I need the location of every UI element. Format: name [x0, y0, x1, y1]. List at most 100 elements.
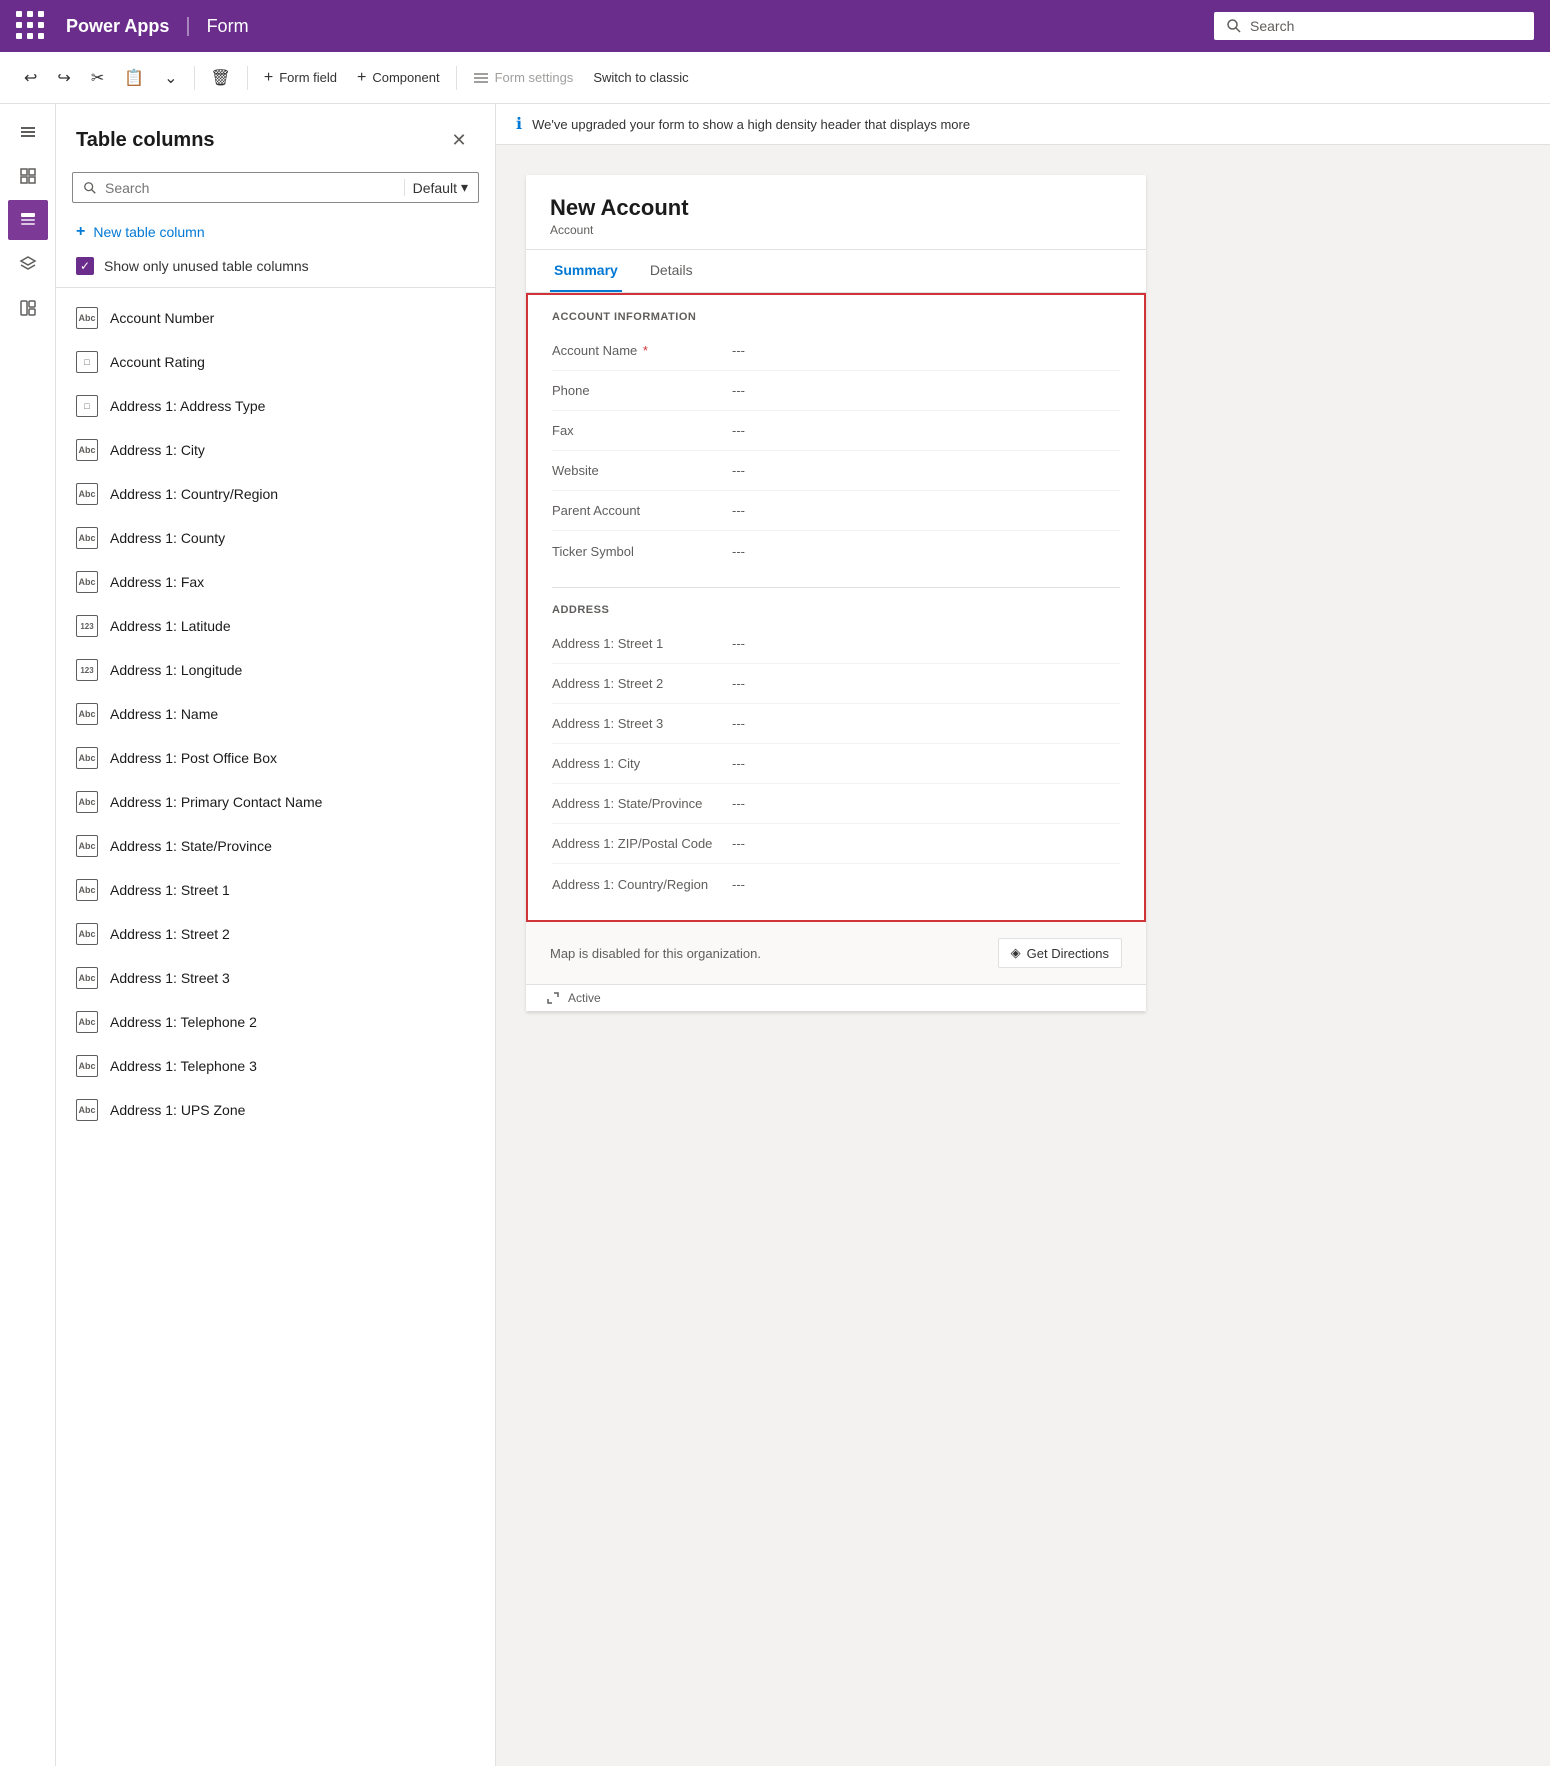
- column-item[interactable]: Abc Account Number: [56, 296, 495, 340]
- sidebar-icon-dashboard[interactable]: [8, 156, 48, 196]
- column-type-icon: Abc: [76, 835, 98, 857]
- delete-button[interactable]: 🗑: [203, 62, 239, 94]
- column-item[interactable]: Abc Address 1: State/Province: [56, 824, 495, 868]
- get-directions-button[interactable]: ◈ Get Directions: [998, 938, 1122, 968]
- tab-details[interactable]: Details: [646, 250, 697, 292]
- panel-search-dropdown[interactable]: Default ▾: [404, 179, 468, 196]
- value-account-name: ---: [732, 343, 745, 358]
- component-button[interactable]: + Component: [349, 63, 448, 93]
- panel-search-box[interactable]: Default ▾: [72, 172, 479, 203]
- column-item[interactable]: □ Account Rating: [56, 340, 495, 384]
- address-section: ADDRESS Address 1: Street 1 --- Address …: [528, 588, 1144, 920]
- column-type-icon: Abc: [76, 791, 98, 813]
- cut-button[interactable]: ✂: [83, 62, 112, 94]
- dropdown-button[interactable]: ⌄: [156, 62, 185, 94]
- table-columns-panel: Table columns ✕ Default ▾ + New table co…: [56, 104, 496, 1766]
- column-name-label: Address 1: Country/Region: [110, 486, 278, 502]
- column-item[interactable]: 123 Address 1: Longitude: [56, 648, 495, 692]
- column-item[interactable]: Abc Address 1: Fax: [56, 560, 495, 604]
- column-type-icon: Abc: [76, 527, 98, 549]
- column-item[interactable]: Abc Address 1: Street 3: [56, 956, 495, 1000]
- tab-summary[interactable]: Summary: [550, 250, 622, 292]
- panel-close-button[interactable]: ✕: [443, 124, 475, 156]
- column-item[interactable]: Abc Address 1: County: [56, 516, 495, 560]
- column-item[interactable]: Abc Address 1: Name: [56, 692, 495, 736]
- redo-button[interactable]: ↪: [49, 62, 78, 94]
- field-website: Website ---: [552, 451, 1120, 491]
- panel-search-input[interactable]: [105, 180, 396, 196]
- panel-search-icon: [83, 181, 97, 195]
- cut-icon: ✂: [91, 68, 104, 88]
- sidebar-icon-components[interactable]: [8, 288, 48, 328]
- account-info-section: ACCOUNT INFORMATION Account Name * --- P…: [528, 295, 1144, 587]
- directions-icon: ◈: [1011, 945, 1021, 961]
- form-field-button[interactable]: + Form field: [256, 63, 345, 93]
- column-item[interactable]: Abc Address 1: Country/Region: [56, 472, 495, 516]
- waffle-icon[interactable]: [16, 11, 46, 41]
- column-item[interactable]: Abc Address 1: Post Office Box: [56, 736, 495, 780]
- form-header: New Account Account: [526, 175, 1146, 250]
- column-type-icon: □: [76, 395, 98, 417]
- label-parent-account: Parent Account: [552, 503, 732, 518]
- label-street3: Address 1: Street 3: [552, 716, 732, 731]
- column-name-label: Address 1: Latitude: [110, 618, 231, 634]
- global-search[interactable]: Search: [1214, 12, 1534, 40]
- sidebar-icon-layers[interactable]: [8, 244, 48, 284]
- column-list: Abc Account Number □ Account Rating □ Ad…: [56, 292, 495, 1766]
- map-disabled-text: Map is disabled for this organization.: [550, 946, 761, 961]
- column-item[interactable]: □ Address 1: Address Type: [56, 384, 495, 428]
- toolbar: ↩ ↪ ✂ 📋 ⌄ 🗑 + Form field + Component For…: [0, 52, 1550, 104]
- show-unused-row[interactable]: ✓ Show only unused table columns: [56, 249, 495, 287]
- value-country: ---: [732, 877, 745, 892]
- components-icon: [19, 299, 37, 317]
- expand-icon: [546, 991, 560, 1005]
- column-item[interactable]: Abc Address 1: Primary Contact Name: [56, 780, 495, 824]
- column-type-icon: Abc: [76, 703, 98, 725]
- address-fields: Address 1: Street 1 --- Address 1: Stree…: [552, 624, 1120, 904]
- column-item[interactable]: 123 Address 1: Latitude: [56, 604, 495, 648]
- column-name-label: Address 1: State/Province: [110, 838, 272, 854]
- column-item[interactable]: Abc Address 1: Street 1: [56, 868, 495, 912]
- value-street3: ---: [732, 716, 745, 731]
- column-item[interactable]: Abc Address 1: Telephone 2: [56, 1000, 495, 1044]
- paste-button[interactable]: 📋: [116, 62, 152, 94]
- top-nav: Power Apps | Form Search: [0, 0, 1550, 52]
- sidebar-icons: [0, 104, 56, 1766]
- label-street2: Address 1: Street 2: [552, 676, 732, 691]
- chevron-down-icon: ⌄: [164, 68, 177, 88]
- column-type-icon: 123: [76, 659, 98, 681]
- field-street1: Address 1: Street 1 ---: [552, 624, 1120, 664]
- form-subtitle: Account: [550, 223, 1122, 237]
- column-name-label: Address 1: City: [110, 442, 205, 458]
- undo-icon: ↩: [24, 68, 37, 88]
- undo-button[interactable]: ↩: [16, 62, 45, 94]
- label-fax: Fax: [552, 423, 732, 438]
- sidebar-icon-fields[interactable]: [8, 200, 48, 240]
- form-status-bar: Active: [526, 984, 1146, 1011]
- column-type-icon: Abc: [76, 307, 98, 329]
- toolbar-sep-1: [194, 66, 195, 90]
- get-directions-label: Get Directions: [1027, 946, 1109, 961]
- panel-header: Table columns ✕: [56, 104, 495, 172]
- main-layout: Table columns ✕ Default ▾ + New table co…: [0, 104, 1550, 1766]
- new-column-button[interactable]: + New table column: [56, 215, 495, 249]
- dropdown-arrow-icon: ▾: [461, 179, 468, 196]
- column-item[interactable]: Abc Address 1: Telephone 3: [56, 1044, 495, 1088]
- column-item[interactable]: Abc Address 1: Street 2: [56, 912, 495, 956]
- label-state: Address 1: State/Province: [552, 796, 732, 811]
- sidebar-icon-menu[interactable]: [8, 112, 48, 152]
- switch-classic-button[interactable]: Switch to classic: [585, 64, 696, 91]
- value-street1: ---: [732, 636, 745, 651]
- form-tabs: Summary Details: [526, 250, 1146, 293]
- show-unused-checkbox[interactable]: ✓: [76, 257, 94, 275]
- column-item[interactable]: Abc Address 1: City: [56, 428, 495, 472]
- field-parent-account: Parent Account ---: [552, 491, 1120, 531]
- add-component-icon: +: [357, 69, 366, 87]
- notification-text: We've upgraded your form to show a high …: [532, 117, 970, 132]
- column-type-icon: Abc: [76, 967, 98, 989]
- column-item[interactable]: Abc Address 1: UPS Zone: [56, 1088, 495, 1132]
- app-subtitle: Form: [207, 16, 249, 37]
- field-phone: Phone ---: [552, 371, 1120, 411]
- account-info-fields: Account Name * --- Phone --- Fax ---: [552, 331, 1120, 571]
- form-settings-button[interactable]: Form settings: [465, 64, 582, 92]
